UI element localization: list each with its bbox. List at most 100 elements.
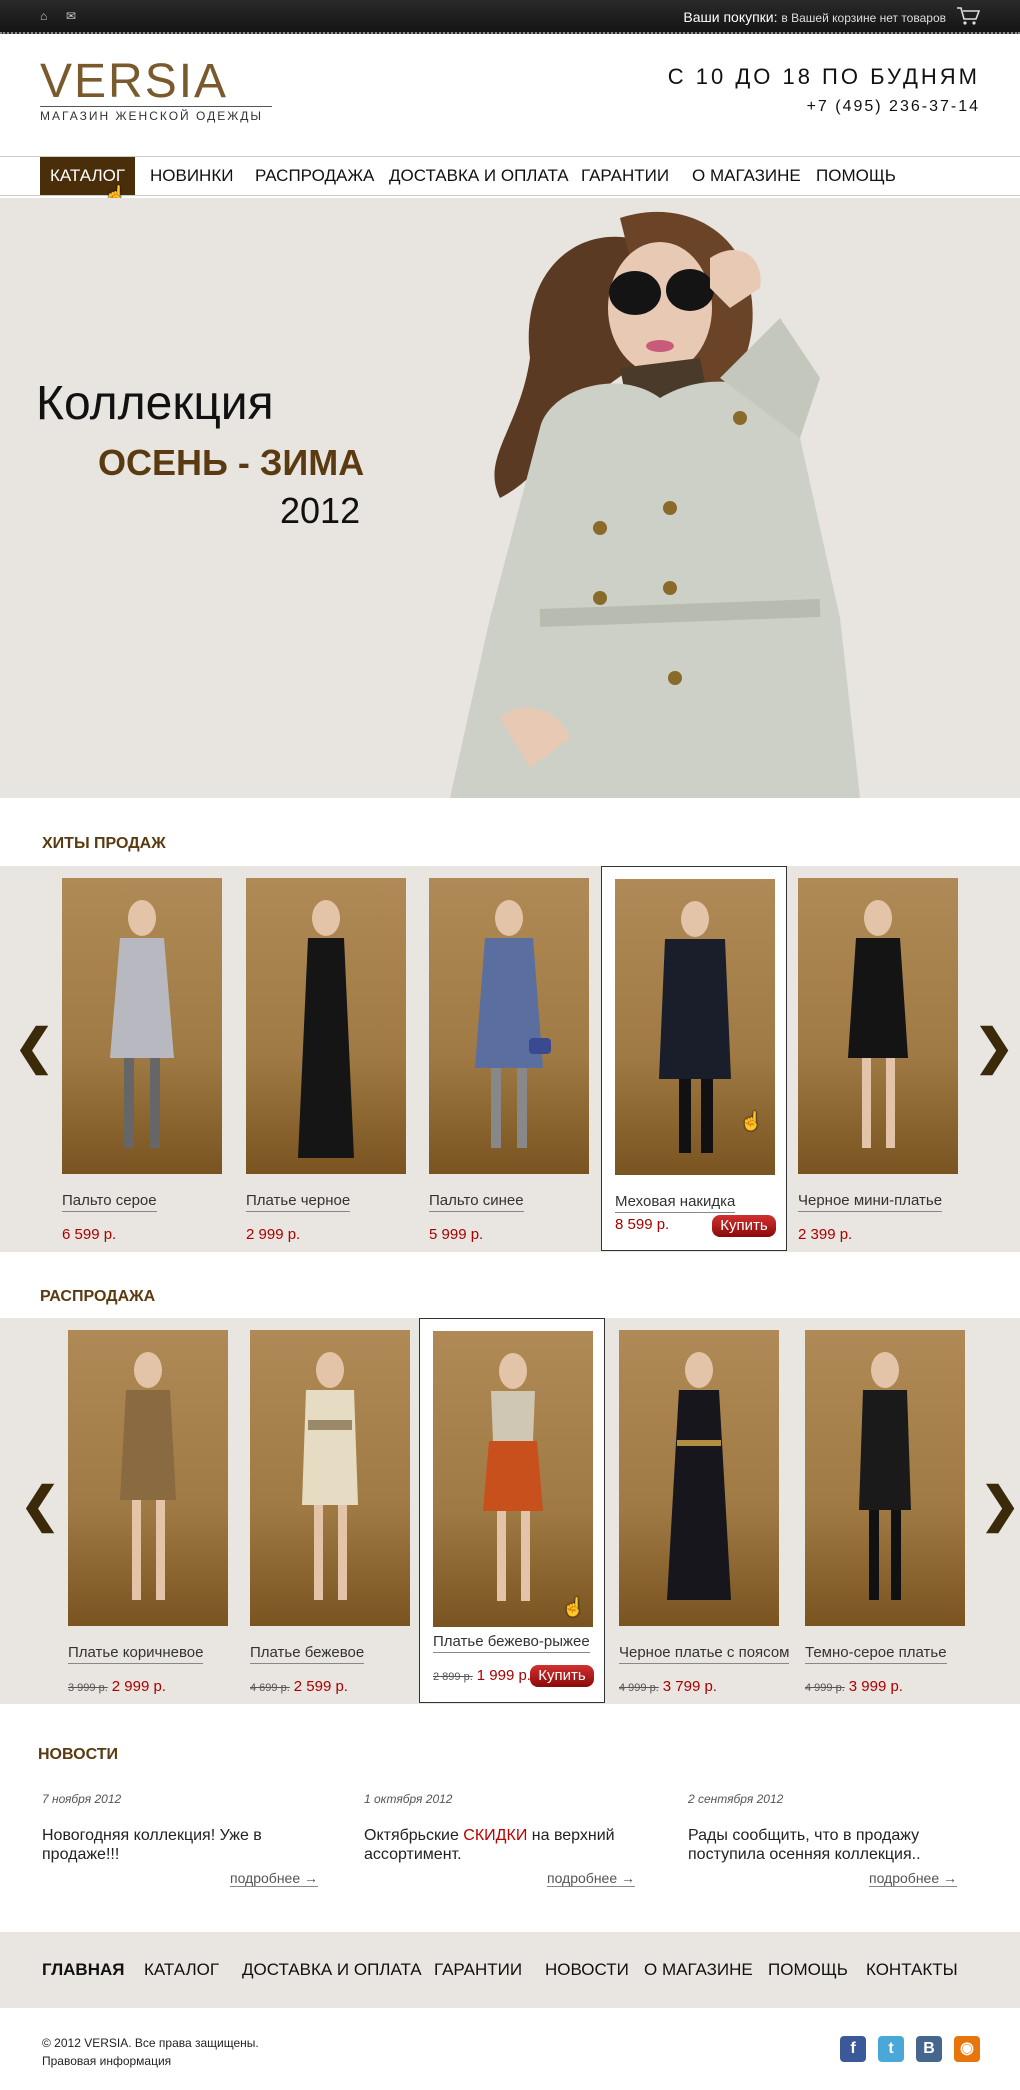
news-text-highlight: СКИДКИ (463, 1827, 528, 1844)
product-price: 4 999 р. 3 799 р. (619, 1678, 717, 1695)
hits-prev-arrow-icon[interactable]: ❮ (14, 1024, 54, 1072)
legal-link[interactable]: Правовая информация (42, 2054, 171, 2068)
mail-icon[interactable]: ✉ (66, 10, 80, 22)
old-price: 4 999 р. (805, 1682, 845, 1694)
footer-nav-about[interactable]: О МАГАЗИНЕ (644, 1960, 753, 1980)
main-nav: КАТАЛОГ НОВИНКИ РАСПРОДАЖА ДОСТАВКА И ОП… (0, 156, 1020, 205)
home-icon[interactable]: ⌂ (40, 10, 54, 22)
old-price: 4 699 р. (250, 1682, 290, 1694)
nav-item-sale[interactable]: РАСПРОДАЖА (255, 157, 374, 195)
vkontakte-icon[interactable]: B (916, 2036, 942, 2062)
news-date: 1 октября 2012 (364, 1792, 453, 1806)
product-photo[interactable] (62, 878, 222, 1174)
footer-nav-catalog[interactable]: КАТАЛОГ (144, 1960, 219, 1980)
product-name[interactable]: Темно-серое платье (805, 1644, 947, 1664)
nav-item-new[interactable]: НОВИНКИ (150, 157, 233, 195)
news-text: Рады сообщить, что в продажу поступила о… (688, 1827, 921, 1863)
product-price: 2 399 р. (798, 1226, 853, 1243)
product-price: 3 999 р. 2 999 р. (68, 1678, 166, 1695)
news-text: Новогодняя коллекция! Уже в продаже!!! (42, 1827, 262, 1863)
new-price: 1 999 р. (476, 1667, 531, 1684)
footer-nav-help[interactable]: ПОМОЩЬ (768, 1960, 848, 1980)
product-card[interactable]: Черное платье с поясом 4 999 р. 3 799 р. (619, 1330, 805, 1715)
twitter-icon[interactable]: t (878, 2036, 904, 2062)
footer-nav-news[interactable]: НОВОСТИ (545, 1960, 629, 1980)
logo[interactable]: VERSIA (40, 58, 228, 106)
footer-nav-contacts[interactable]: КОНТАКТЫ (866, 1960, 958, 1980)
product-photo[interactable] (250, 1330, 410, 1626)
nav-item-help[interactable]: ПОМОЩЬ (816, 157, 896, 195)
new-price: 2 599 р. (293, 1678, 348, 1695)
product-price: 5 999 р. (429, 1226, 484, 1243)
footer-nav-delivery[interactable]: ДОСТАВКА И ОПЛАТА (242, 1960, 422, 1980)
product-price: 2 999 р. (246, 1226, 301, 1243)
sale-prev-arrow-icon[interactable]: ❮ (20, 1482, 60, 1530)
news-text: Октябрьские СКИДКИ на верхний ассортимен… (364, 1826, 624, 1864)
product-price: 8 599 р. (615, 1216, 670, 1233)
news-text-part: Октябрьские (364, 1827, 464, 1844)
product-card[interactable]: Платье бежевое 4 699 р. 2 599 р. (250, 1330, 436, 1715)
rss-icon[interactable]: ◉ (954, 2036, 980, 2062)
product-name[interactable]: Платье коричневое (68, 1644, 204, 1664)
product-photo[interactable] (68, 1330, 228, 1626)
hero-model-image (450, 211, 860, 798)
product-name[interactable]: Черное платье с поясом (619, 1644, 790, 1664)
news-date: 2 сентября 2012 (688, 1792, 784, 1806)
product-name[interactable]: Пальто серое (62, 1192, 157, 1212)
product-card[interactable]: Темно-серое платье 4 999 р. 3 999 р. (805, 1330, 991, 1715)
product-card-highlighted[interactable]: ☝ Платье бежево-рыжее 2 899 р. 1 999 р. К… (419, 1318, 605, 1703)
hits-carousel: ❮ ❯ Пальто серое 6 599 р. Платье черное … (0, 866, 1020, 1252)
product-price: 4 999 р. 3 999 р. (805, 1678, 903, 1695)
news-more-link[interactable]: подробнее → (230, 1870, 319, 1887)
news-more-link[interactable]: подробнее → (547, 1870, 636, 1887)
cart-icon[interactable] (956, 6, 980, 26)
product-photo[interactable] (246, 878, 406, 1174)
news-section-title: НОВОСТИ (38, 1746, 119, 1763)
new-price: 3 999 р. (848, 1678, 903, 1695)
product-name[interactable]: Платье бежево-рыжее (433, 1633, 590, 1653)
product-name[interactable]: Меховая накидка (615, 1193, 736, 1213)
facebook-icon[interactable]: f (840, 2036, 866, 2062)
product-card-highlighted[interactable]: ☝ Меховая накидка 8 599 р. Купить (601, 866, 787, 1251)
product-card[interactable]: Пальто серое 6 599 р. (62, 878, 248, 1263)
news-date: 7 ноября 2012 (42, 1792, 122, 1806)
pointer-cursor-icon: ☝ (740, 1111, 763, 1131)
sale-section-title: РАСПРОДАЖА (40, 1288, 156, 1305)
old-price: 4 999 р. (619, 1682, 659, 1694)
news-more-link[interactable]: подробнее → (869, 1870, 958, 1887)
product-photo[interactable] (798, 878, 958, 1174)
product-card[interactable]: Платье коричневое 3 999 р. 2 999 р. (68, 1330, 254, 1715)
footer-nav-home[interactable]: ГЛАВНАЯ (42, 1960, 124, 1980)
nav-item-delivery[interactable]: ДОСТАВКА И ОПЛАТА (389, 157, 569, 195)
product-name[interactable]: Платье черное (246, 1192, 351, 1212)
product-name[interactable]: Черное мини-платье (798, 1192, 943, 1212)
working-hours: С 10 ДО 18 ПО БУДНЯМ (667, 64, 980, 89)
cart-summary[interactable]: Ваши покупки: в Вашей корзине нет товаро… (683, 9, 946, 25)
old-price: 3 999 р. (68, 1682, 108, 1694)
nav-item-about[interactable]: О МАГАЗИНЕ (692, 157, 801, 195)
hero-title: Коллекция (36, 377, 274, 430)
product-photo[interactable] (619, 1330, 779, 1626)
product-card[interactable]: Платье черное 2 999 р. (246, 878, 432, 1263)
hero-year: 2012 (280, 490, 361, 531)
product-card[interactable]: Пальто синее 5 999 р. (429, 878, 615, 1263)
nav-item-guarantee[interactable]: ГАРАНТИИ (581, 157, 669, 195)
top-bar: ⌂ ✉ Ваши покупки: в Вашей корзине нет то… (0, 0, 1020, 34)
product-photo[interactable] (433, 1331, 593, 1627)
footer-nav-guarantee[interactable]: ГАРАНТИИ (434, 1960, 522, 1980)
hero-banner[interactable]: Коллекция ОСЕНЬ - ЗИМА 2012 (0, 198, 1020, 798)
product-name[interactable]: Пальто синее (429, 1192, 524, 1212)
product-name[interactable]: Платье бежевое (250, 1644, 365, 1664)
product-price: 6 599 р. (62, 1226, 117, 1243)
sale-carousel: ❮ ❯ Платье коричневое 3 999 р. 2 999 р. П… (0, 1318, 1020, 1704)
product-price: 2 899 р. 1 999 р. (433, 1667, 531, 1684)
product-price: 4 699 р. 2 599 р. (250, 1678, 348, 1695)
buy-button[interactable]: Купить (530, 1665, 594, 1687)
product-photo[interactable] (429, 878, 589, 1174)
product-photo[interactable] (805, 1330, 965, 1626)
footer-nav: ГЛАВНАЯ КАТАЛОГ ДОСТАВКА И ОПЛАТА ГАРАНТ… (0, 1932, 1020, 2008)
phone-number: +7 (495) 236-37-14 (806, 98, 980, 115)
product-card[interactable]: Черное мини-платье 2 399 р. (798, 878, 984, 1263)
buy-button[interactable]: Купить (712, 1215, 776, 1237)
pointer-cursor-icon: ☝ (562, 1597, 585, 1617)
